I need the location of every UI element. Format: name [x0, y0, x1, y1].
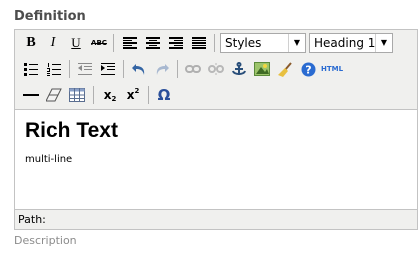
broom-icon: [278, 61, 292, 77]
cleanup-button[interactable]: [274, 58, 296, 80]
indent-icon: [101, 63, 115, 75]
bullet-list-button[interactable]: [20, 58, 42, 80]
html-source-button[interactable]: HTML: [319, 58, 345, 80]
bold-button[interactable]: B: [20, 32, 42, 54]
numbered-list-button[interactable]: [43, 58, 65, 80]
eraser-icon: [46, 88, 62, 102]
align-center-button[interactable]: [142, 32, 164, 54]
rich-text-editor: B I U ABC Styles ▼ Heading 1 ▼ ? HTML x …: [14, 29, 418, 230]
field-description: Description: [14, 234, 77, 247]
bullet-list-icon: [24, 62, 38, 76]
toolbar-separator: [177, 60, 178, 78]
anchor-button[interactable]: [228, 58, 250, 80]
chevron-down-icon[interactable]: ▼: [288, 34, 305, 52]
path-label: Path:: [18, 213, 46, 226]
align-center-icon: [146, 37, 160, 49]
redo-button[interactable]: [151, 58, 173, 80]
table-icon: [69, 88, 85, 102]
image-icon: [254, 62, 270, 76]
styles-select[interactable]: Styles ▼: [220, 33, 306, 53]
toolbar-separator: [69, 60, 70, 78]
insert-image-button[interactable]: [251, 58, 273, 80]
align-left-button[interactable]: [119, 32, 141, 54]
insert-link-button[interactable]: [182, 58, 204, 80]
align-left-icon: [123, 37, 137, 49]
help-button[interactable]: ?: [297, 58, 319, 80]
align-right-icon: [169, 37, 183, 49]
undo-icon: [132, 64, 145, 75]
field-label: Definition: [14, 9, 86, 24]
anchor-icon: [232, 61, 246, 75]
superscript-button[interactable]: x2: [122, 84, 144, 106]
chevron-down-icon[interactable]: ▼: [375, 34, 392, 52]
horizontal-rule-button[interactable]: [20, 84, 42, 106]
redo-icon: [156, 64, 169, 75]
content-heading: Rich Text: [25, 119, 118, 142]
remove-format-button[interactable]: [43, 84, 65, 106]
italic-button[interactable]: I: [42, 32, 64, 54]
link-icon: [185, 65, 201, 73]
subscript-mark: 2: [111, 95, 117, 103]
editor-toolbar: B I U ABC Styles ▼ Heading 1 ▼ ? HTML x …: [15, 30, 417, 109]
styles-select-value: Styles: [225, 36, 262, 50]
toolbar-separator: [148, 86, 149, 104]
outdent-button[interactable]: [74, 58, 96, 80]
subscript-label: x: [103, 88, 112, 102]
subscript-button[interactable]: x2: [99, 84, 121, 106]
horizontal-rule-icon: [23, 94, 39, 96]
toolbar-separator: [113, 34, 114, 52]
align-justify-icon: [192, 37, 206, 49]
superscript-mark: 2: [134, 87, 140, 95]
svg-text:?: ?: [305, 63, 311, 76]
format-select[interactable]: Heading 1 ▼: [309, 33, 393, 53]
special-character-button[interactable]: Ω: [153, 84, 175, 106]
editor-statusbar: Path:: [15, 209, 417, 229]
unlink-button[interactable]: [205, 58, 227, 80]
toolbar-separator: [93, 86, 94, 104]
toolbar-separator: [214, 34, 215, 52]
superscript-label: x: [126, 88, 135, 102]
format-select-value: Heading 1: [314, 36, 376, 50]
indent-button[interactable]: [97, 58, 119, 80]
align-justify-button[interactable]: [188, 32, 210, 54]
insert-table-button[interactable]: [66, 84, 88, 106]
undo-button[interactable]: [128, 58, 150, 80]
unlink-icon: [208, 63, 224, 75]
toolbar-separator: [123, 60, 124, 78]
outdent-icon: [78, 63, 92, 75]
underline-button[interactable]: U: [65, 32, 87, 54]
content-paragraph: multi-line: [25, 154, 73, 165]
editor-content-area[interactable]: Rich Text multi-line: [15, 109, 417, 209]
numbered-list-icon: [47, 62, 61, 76]
help-icon: ?: [301, 62, 315, 76]
strikethrough-button[interactable]: ABC: [88, 32, 110, 54]
align-right-button[interactable]: [165, 32, 187, 54]
